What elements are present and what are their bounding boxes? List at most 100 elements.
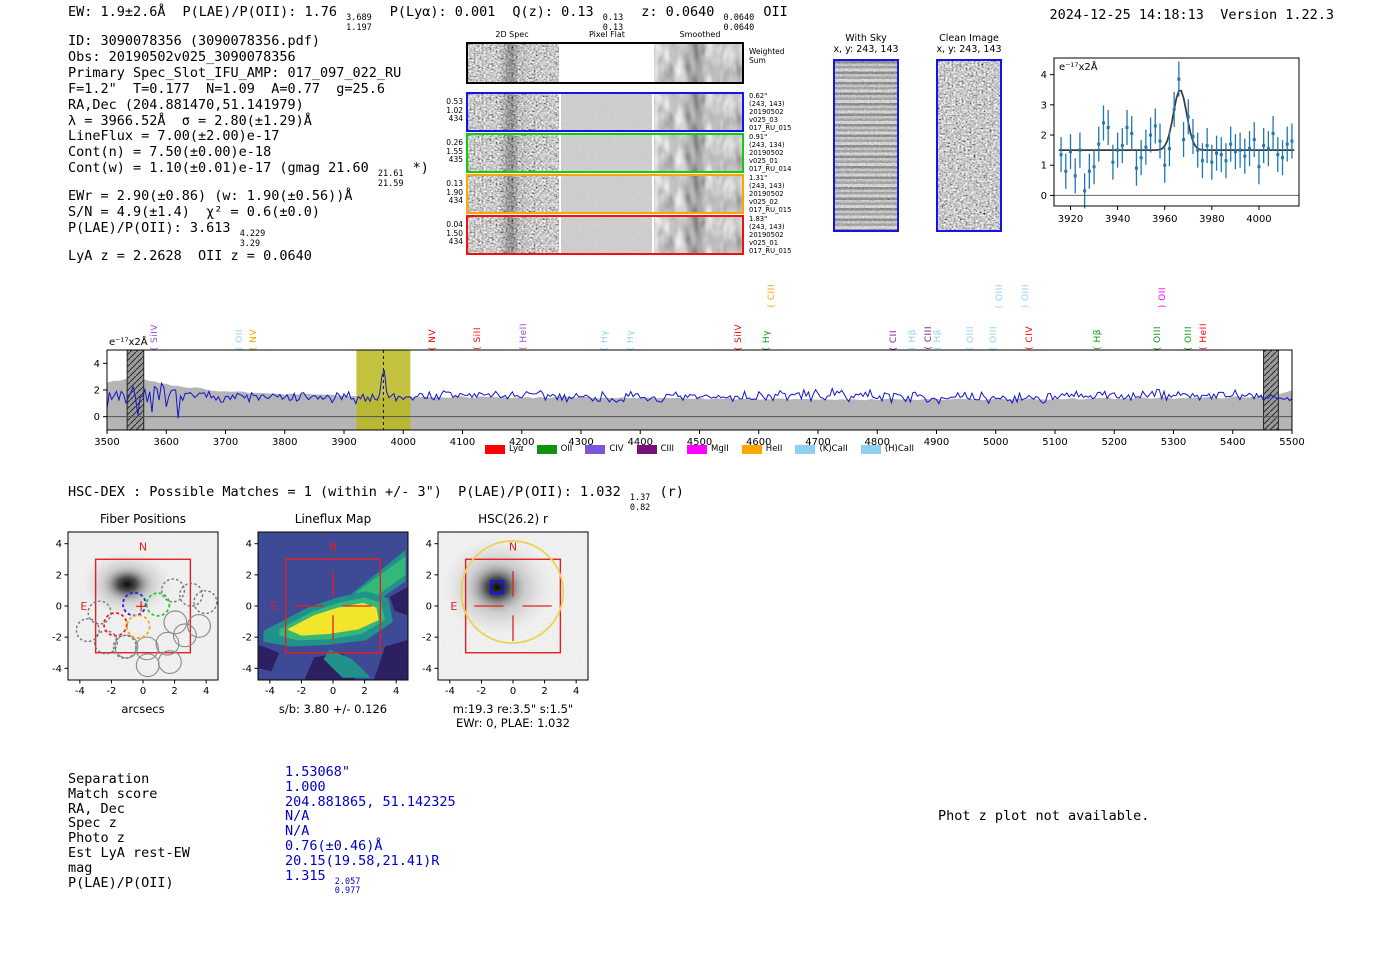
match-table-labels: Separation Match score RA, Dec Spec z Photo … <box>68 772 190 890</box>
x-tick-label: 2 <box>171 686 177 697</box>
texture-cell <box>561 135 652 171</box>
phot-z-note: Phot z plot not available. <box>938 808 1150 824</box>
noise-texture <box>654 94 742 130</box>
legend-item: (K)CaII <box>795 444 848 454</box>
y-tick-label: 4 <box>246 539 252 550</box>
elixer-report-page: EW: 1.9±2.6Å P(LAE)/P(OII): 1.76 3.689 1.1… <box>0 0 1400 953</box>
match-row-value: N/A <box>285 809 456 824</box>
legend-swatch <box>636 444 657 454</box>
data-point <box>1233 150 1237 154</box>
fraction-lower: 0.977 <box>334 886 361 897</box>
summary-header: EW: 1.9±2.6Å P(LAE)/P(OII): 1.76 3.689 1.1… <box>68 4 788 33</box>
value-text: EW: 1.9±2.6Å <box>68 4 166 20</box>
match-row-label: Spec z <box>68 815 117 832</box>
match-row-label: Photo z <box>68 830 125 847</box>
y-tick-label: 1 <box>1041 161 1047 172</box>
stacked-fraction: 2.057 0.977 <box>334 877 362 897</box>
noise-texture <box>654 217 742 253</box>
galaxy-blob <box>100 564 155 604</box>
data-point <box>1106 125 1110 129</box>
data-point <box>1224 159 1228 163</box>
x-tick-label: 2 <box>361 686 367 697</box>
cutout-right-value: v025_01 <box>749 157 779 165</box>
value-text: EWr = 2.90(±0.86) (w: 1.90(±0.56))Å <box>68 188 353 205</box>
value-text: F=1.2" T=0.177 N=1.09 A=0.77 g=25.6 <box>68 80 385 97</box>
data-point <box>1182 138 1186 142</box>
cutout-row <box>466 133 744 173</box>
data-point <box>1262 144 1266 148</box>
legend-label: (H)CaII <box>884 444 914 454</box>
cutout-row-right-labels: 1.83" (243, 143) 20190502 v025_01 017_RU_015 <box>749 215 803 255</box>
value-text: 204.881865, 51.142325 <box>285 793 456 810</box>
value-tail: (r) <box>651 484 684 500</box>
data-point <box>1073 174 1077 178</box>
match-row-label: Separation <box>68 771 150 787</box>
data-point <box>1186 115 1190 119</box>
data-point <box>1243 154 1247 158</box>
value-text: Cont(n) = 7.50(±0.00)e-18 <box>68 144 272 161</box>
value-text: 1.000 <box>285 778 326 795</box>
cutout-right-value: 017_RU_015 <box>749 247 792 255</box>
legend-swatch <box>741 444 762 454</box>
match-row-label: mag <box>68 859 93 876</box>
texture-cell <box>654 94 742 130</box>
value-text: P(LAE)/P(OII): 1.76 <box>182 4 346 20</box>
match-row-label: RA, Dec <box>68 800 125 817</box>
noise-texture <box>654 135 742 171</box>
lineflux-map-xlabel: s/b: 3.80 +/- 0.126 <box>278 702 388 716</box>
texture-cell <box>468 217 559 253</box>
legend-item: Lyα <box>485 444 524 454</box>
fraction-lower: 21.59 <box>377 178 404 189</box>
cutout-right-value: v025_03 <box>749 116 779 124</box>
data-point <box>1238 148 1242 152</box>
line-fit-plot: 3920 3940 3960 3980 4000 0 1 2 3 4 e⁻¹⁷x2Å <box>1028 48 1308 230</box>
match-row-label: Est LyA rest-EW <box>68 844 190 861</box>
fit-plot-area <box>1054 58 1299 206</box>
legend-label: CIV <box>609 444 624 454</box>
noise-texture <box>654 176 742 212</box>
data-point <box>1068 150 1072 154</box>
data-point <box>1196 148 1200 152</box>
data-point <box>1210 160 1214 164</box>
data-point <box>1083 189 1087 193</box>
y-tick-label: 4 <box>56 539 62 550</box>
cutout-left-value: 434 <box>448 114 463 124</box>
texture-cell <box>654 135 742 171</box>
cutout-right-value: v025_02 <box>749 198 779 206</box>
texture-cell <box>561 44 652 82</box>
sky-panel-title-line: Clean Image <box>939 33 999 44</box>
y-tick-label: 2 <box>246 570 252 581</box>
value-text: Q(z): 0.13 <box>512 4 602 20</box>
value-text: P(LAE)/P(OII): 3.613 <box>68 220 239 237</box>
cutout-right-value: 20190502 <box>749 149 784 157</box>
hsc-image-title: HSC(26.2) r <box>478 512 548 526</box>
data-point <box>1205 144 1209 148</box>
x-tick-label: 3940 <box>1105 214 1130 225</box>
data-point <box>1120 144 1124 148</box>
value-text: 1.315 <box>285 867 334 884</box>
cutout-row <box>466 215 744 255</box>
match-row-value: 204.881865, 51.142325 <box>285 793 456 810</box>
weighted-sum-row <box>466 42 744 84</box>
info-line: EWr = 2.90(±0.86) (w: 1.90(±0.56))Å <box>68 188 429 205</box>
cutout-grid-2d: 2D Spec Pixel Flat Smoothed Weighted Sum 0.53… <box>443 30 803 260</box>
summary-part: EW: 1.9±2.6Å <box>68 4 166 33</box>
value-text: RA,Dec (204.881470,51.141979) <box>68 96 304 113</box>
summary-part: P(Lyα): 0.001 <box>390 4 496 33</box>
cutout-right-value: 1.83" <box>749 215 768 223</box>
match-row-value: 1.53068" <box>285 765 456 780</box>
x-tick-label: 4000 <box>1246 214 1271 225</box>
data-point <box>1271 132 1275 136</box>
value-text: z: 0.0640 <box>641 4 723 20</box>
x-tick-label: 3980 <box>1199 214 1224 225</box>
cutout-left-value: 434 <box>448 196 463 206</box>
noise-texture <box>938 61 1000 230</box>
hsc-image-xlabel: m:19.3 re:3.5" s:1.5" <box>452 702 574 716</box>
summary-part: z: 0.0640 0.0640 0.0640 OII <box>641 4 788 33</box>
legend-label: CIII <box>660 444 675 454</box>
legend-swatch <box>536 444 557 454</box>
match-row-value: 20.15(19.58,21.41)R <box>285 853 456 869</box>
y-tick-label: 2 <box>1041 131 1047 142</box>
spectrum-legend: Lyα OII CIV CIII MgII HeII (K)CaII (H)CaII <box>107 444 1292 454</box>
info-line: S/N = 4.9(±1.4) χ² = 0.6(±0.0) <box>68 204 429 221</box>
